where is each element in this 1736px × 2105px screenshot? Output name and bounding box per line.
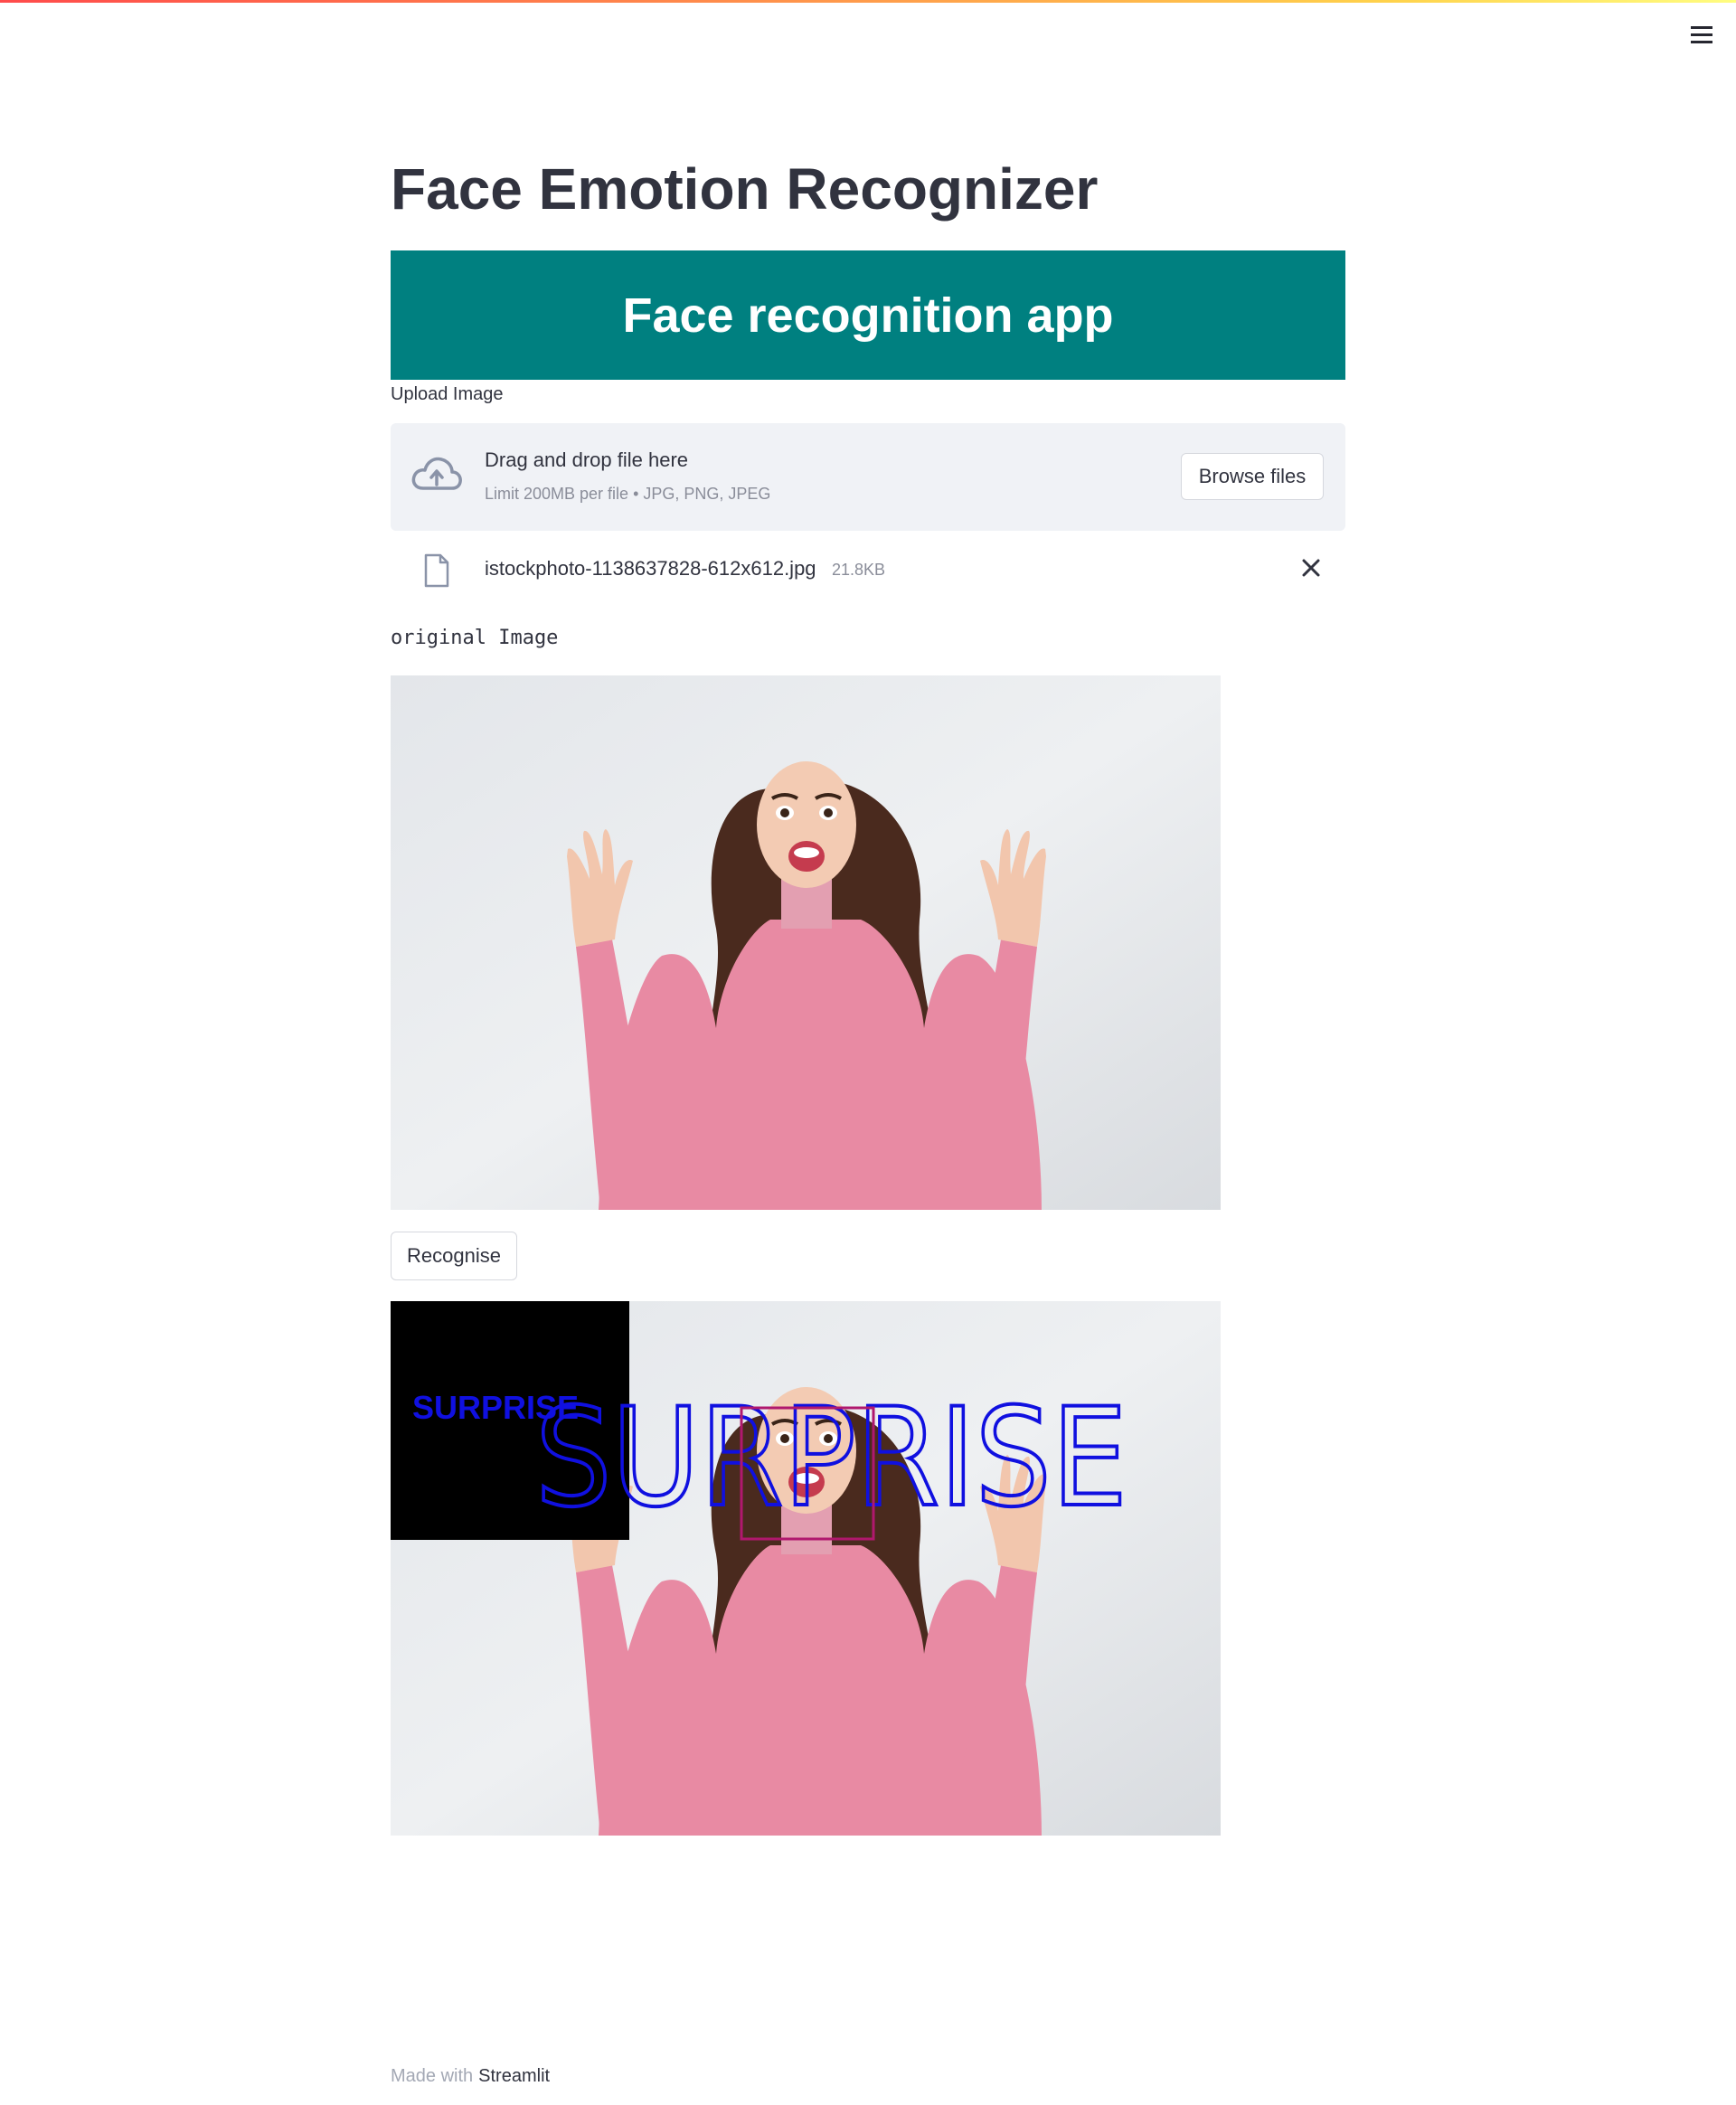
footer-made-with: Made with <box>391 2066 474 2086</box>
uploaded-file-size: 21.8KB <box>832 561 886 579</box>
footer: Made with Streamlit <box>391 2066 550 2087</box>
uploaded-file-row: istockphoto-1138637828-612x612.jpg 21.8K… <box>391 543 1345 597</box>
file-icon <box>424 553 449 588</box>
recognized-image: SURPRISE SURPRISE <box>391 1301 1221 1836</box>
recognise-button[interactable]: Recognise <box>391 1232 517 1280</box>
cloud-upload-icon <box>411 457 462 490</box>
app-banner: Face recognition app <box>391 250 1345 380</box>
dropzone-instructions: Drag and drop file here <box>485 448 689 471</box>
upload-label: Upload Image <box>391 384 504 404</box>
hamburger-icon-line <box>1691 40 1712 43</box>
dropzone-limit-text: Limit 200MB per file • JPG, PNG, JPEG <box>485 485 771 503</box>
footer-brand-link[interactable]: Streamlit <box>478 2066 550 2086</box>
hamburger-icon-line <box>1691 33 1712 36</box>
browse-files-button[interactable]: Browse files <box>1181 453 1324 500</box>
close-icon[interactable] <box>1298 555 1324 581</box>
original-image <box>391 675 1221 1210</box>
hamburger-icon-line <box>1691 25 1712 29</box>
top-decoration-bar <box>0 0 1736 3</box>
file-dropzone[interactable]: Drag and drop file here Limit 200MB per … <box>391 423 1345 531</box>
uploaded-file-name: istockphoto-1138637828-612x612.jpg <box>485 557 816 580</box>
main-menu-button[interactable] <box>1687 22 1716 47</box>
page-title: Face Emotion Recognizer <box>391 156 1099 222</box>
original-image-label: original Image <box>391 627 559 649</box>
banner-title: Face recognition app <box>622 288 1114 343</box>
emotion-label-large: SURPRISE <box>535 1380 1127 1537</box>
